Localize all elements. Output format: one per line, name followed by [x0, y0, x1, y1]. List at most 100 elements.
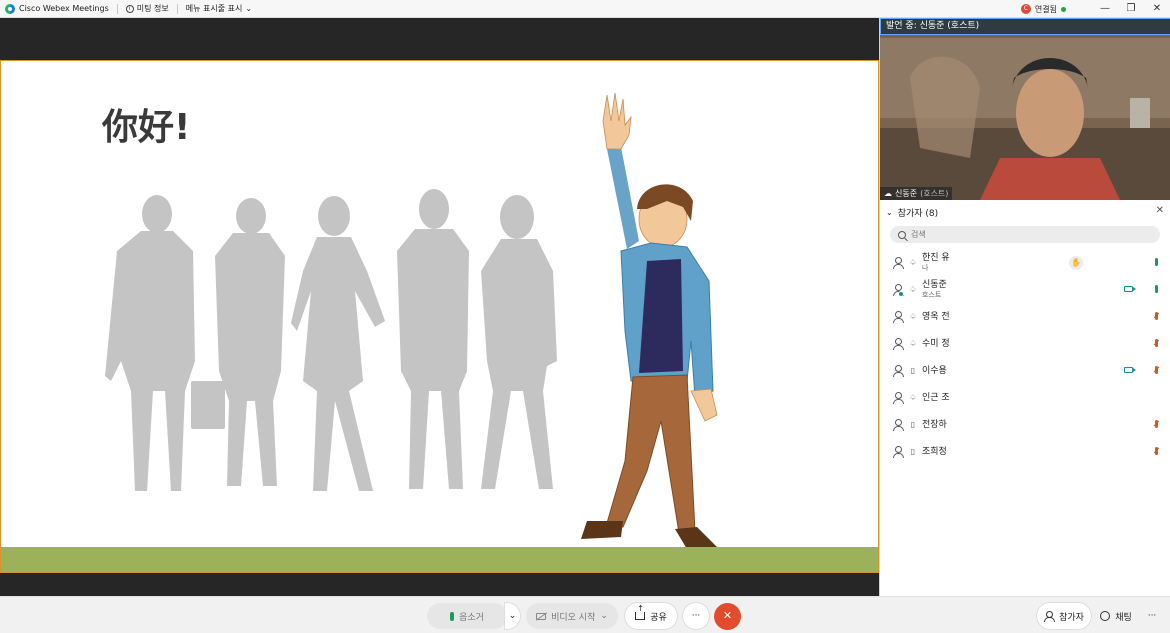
cloud-connection-icon: ♤: [909, 393, 917, 402]
chat-panel-button[interactable]: 채팅: [1093, 603, 1139, 629]
share-icon: [635, 604, 646, 620]
participant-name-block: 한진 유나: [922, 253, 950, 273]
panel-more-button[interactable]: ···: [1140, 603, 1164, 629]
meeting-info-label: 미팅 정보: [136, 4, 169, 13]
avatar-icon: [892, 283, 904, 297]
participant-list: ♤ 한진 유 나 ✋ ♤ 신동준 호스트 ♤ 영옥 전 ♤ 수미 정 ▯ 이수용 ♤ 인근 조 ▯ 전장하 ▯ 조희…: [880, 249, 1170, 465]
raise-hand-icon[interactable]: ✋: [1069, 256, 1083, 270]
participant-name: 신동준: [922, 279, 947, 290]
silhouette-body: [291, 237, 385, 491]
show-menu-bar-label: 메뉴 표시줄 표시: [185, 4, 243, 13]
start-video-label: 비디오 시작: [551, 612, 596, 623]
start-video-button[interactable]: 비디오 시작 ⌄: [526, 603, 618, 629]
collapse-chevron-icon[interactable]: ⌄: [886, 208, 893, 217]
participant-name: 전장하: [922, 419, 947, 430]
share-label: 공유: [650, 612, 667, 623]
search-input[interactable]: [911, 230, 1131, 239]
cloud-connection-icon: ♤: [909, 285, 917, 294]
meeting-info-button[interactable]: i 미팅 정보: [125, 3, 169, 14]
participants-title: 참가자 (8): [897, 208, 939, 219]
chevron-down-icon: ⌄: [600, 611, 608, 621]
microphone-muted-icon: [1155, 447, 1158, 455]
avatar-icon: [892, 391, 904, 404]
host-icon: ☁: [884, 189, 892, 198]
phone-icon: ▯: [910, 447, 916, 456]
briefcase-shape: [191, 381, 225, 429]
cloud-connection-icon: ♤: [909, 312, 917, 321]
mute-label: 음소거: [459, 612, 484, 623]
more-options-button[interactable]: ···: [683, 603, 709, 629]
webex-logo-icon: [5, 3, 15, 14]
avatar-icon: [892, 364, 904, 377]
leave-meeting-button[interactable]: ✕: [714, 603, 741, 630]
silhouette-head: [318, 196, 350, 236]
avatar-icon: [892, 445, 904, 458]
silhouette-head: [500, 195, 534, 239]
avatar-icon: [892, 418, 904, 431]
silhouette-head: [236, 198, 266, 234]
people-icon: [1044, 611, 1056, 622]
divider: [116, 3, 118, 14]
cartoon-hand: [690, 388, 718, 422]
microphone-muted-icon: [1155, 339, 1158, 347]
raised-sleeve: [607, 147, 639, 249]
participant-name-block: 조희정: [922, 447, 947, 457]
webex-window: Cisco Webex Meetings i 미팅 정보 메뉴 표시줄 표시 ⌄…: [0, 0, 1170, 633]
participant-row[interactable]: ▯ 조희정: [880, 438, 1170, 465]
avatar-icon: [892, 310, 904, 323]
connection-status[interactable]: C 연결됨: [1020, 4, 1066, 15]
title-bar: Cisco Webex Meetings i 미팅 정보 메뉴 표시줄 표시 ⌄…: [0, 0, 1170, 18]
search-icon: [898, 230, 906, 239]
participants-label: 참가자: [1059, 612, 1084, 623]
participant-name: 조희정: [922, 446, 947, 457]
raised-hand: [602, 92, 632, 150]
share-button[interactable]: 공유: [625, 603, 677, 629]
audio-options-dropdown[interactable]: ⌄: [505, 603, 520, 629]
cartoon-pants: [606, 374, 696, 534]
video-name-tag: ☁ 신동준 (호스트): [880, 187, 953, 200]
active-speaker-video[interactable]: 발언 중: 신동준 (호스트) ☁ 신동준 (호스트): [880, 18, 1170, 200]
restore-button[interactable]: ❐: [1118, 0, 1144, 18]
participant-row[interactable]: ▯ 전장하: [880, 411, 1170, 438]
video-off-icon: [536, 612, 547, 620]
camera-on-icon: [1124, 367, 1136, 373]
title-bar-right: C 연결됨 — ❐ ✕: [1020, 0, 1170, 18]
participant-subtitle: 나: [922, 263, 929, 272]
host-badge-icon: [898, 290, 904, 297]
participant-row[interactable]: ♤ 인근 조: [880, 384, 1170, 411]
content-stage: 你好!: [0, 18, 879, 596]
participant-name-block: 전장하: [922, 420, 947, 430]
participant-name-block: 인근 조: [922, 393, 950, 403]
participant-name: 인근 조: [922, 392, 950, 403]
minimize-button[interactable]: —: [1092, 0, 1118, 18]
participant-row[interactable]: ▯ 이수용: [880, 357, 1170, 384]
show-menu-bar-button[interactable]: 메뉴 표시줄 표시 ⌄: [186, 3, 252, 14]
silhouette-head: [142, 195, 172, 233]
microphone-muted-icon: [1155, 420, 1158, 428]
connection-label: 연결됨: [1034, 4, 1057, 14]
participant-row[interactable]: ♤ 신동준 호스트: [880, 276, 1170, 303]
phone-icon: ▯: [910, 420, 916, 429]
divider: [176, 3, 178, 14]
silhouette-body: [215, 233, 285, 486]
chat-label: 채팅: [1115, 612, 1132, 623]
participant-row[interactable]: ♤ 수미 정: [880, 330, 1170, 357]
microphone-muted-icon: [1155, 366, 1158, 374]
participant-row[interactable]: ♤ 영옥 전: [880, 303, 1170, 330]
participant-row[interactable]: ♤ 한진 유 나 ✋: [880, 249, 1170, 276]
participants-panel-button[interactable]: 참가자: [1037, 603, 1091, 629]
camera-on-icon: [1124, 286, 1136, 292]
cartoon-man-group: [581, 92, 718, 549]
video-role: (호스트): [920, 189, 949, 198]
right-panel: 발언 중: 신동준 (호스트) ☁ 신동준 (호스트) ⌄ 참가자 (8) ✕ …: [879, 18, 1170, 596]
mute-button[interactable]: 음소거: [427, 603, 507, 629]
silhouette-body: [397, 229, 469, 489]
speaking-indicator: 발언 중: 신동준 (호스트): [880, 18, 1170, 35]
participant-name: 영옥 전: [922, 311, 950, 322]
close-window-button[interactable]: ✕: [1144, 0, 1170, 18]
connected-dot-icon: [1061, 6, 1066, 12]
participant-name-block: 신동준 호스트: [922, 280, 947, 300]
participant-name: 수미 정: [922, 338, 950, 349]
slide-footer-band: [1, 547, 878, 572]
close-panel-button[interactable]: ✕: [1156, 205, 1164, 216]
